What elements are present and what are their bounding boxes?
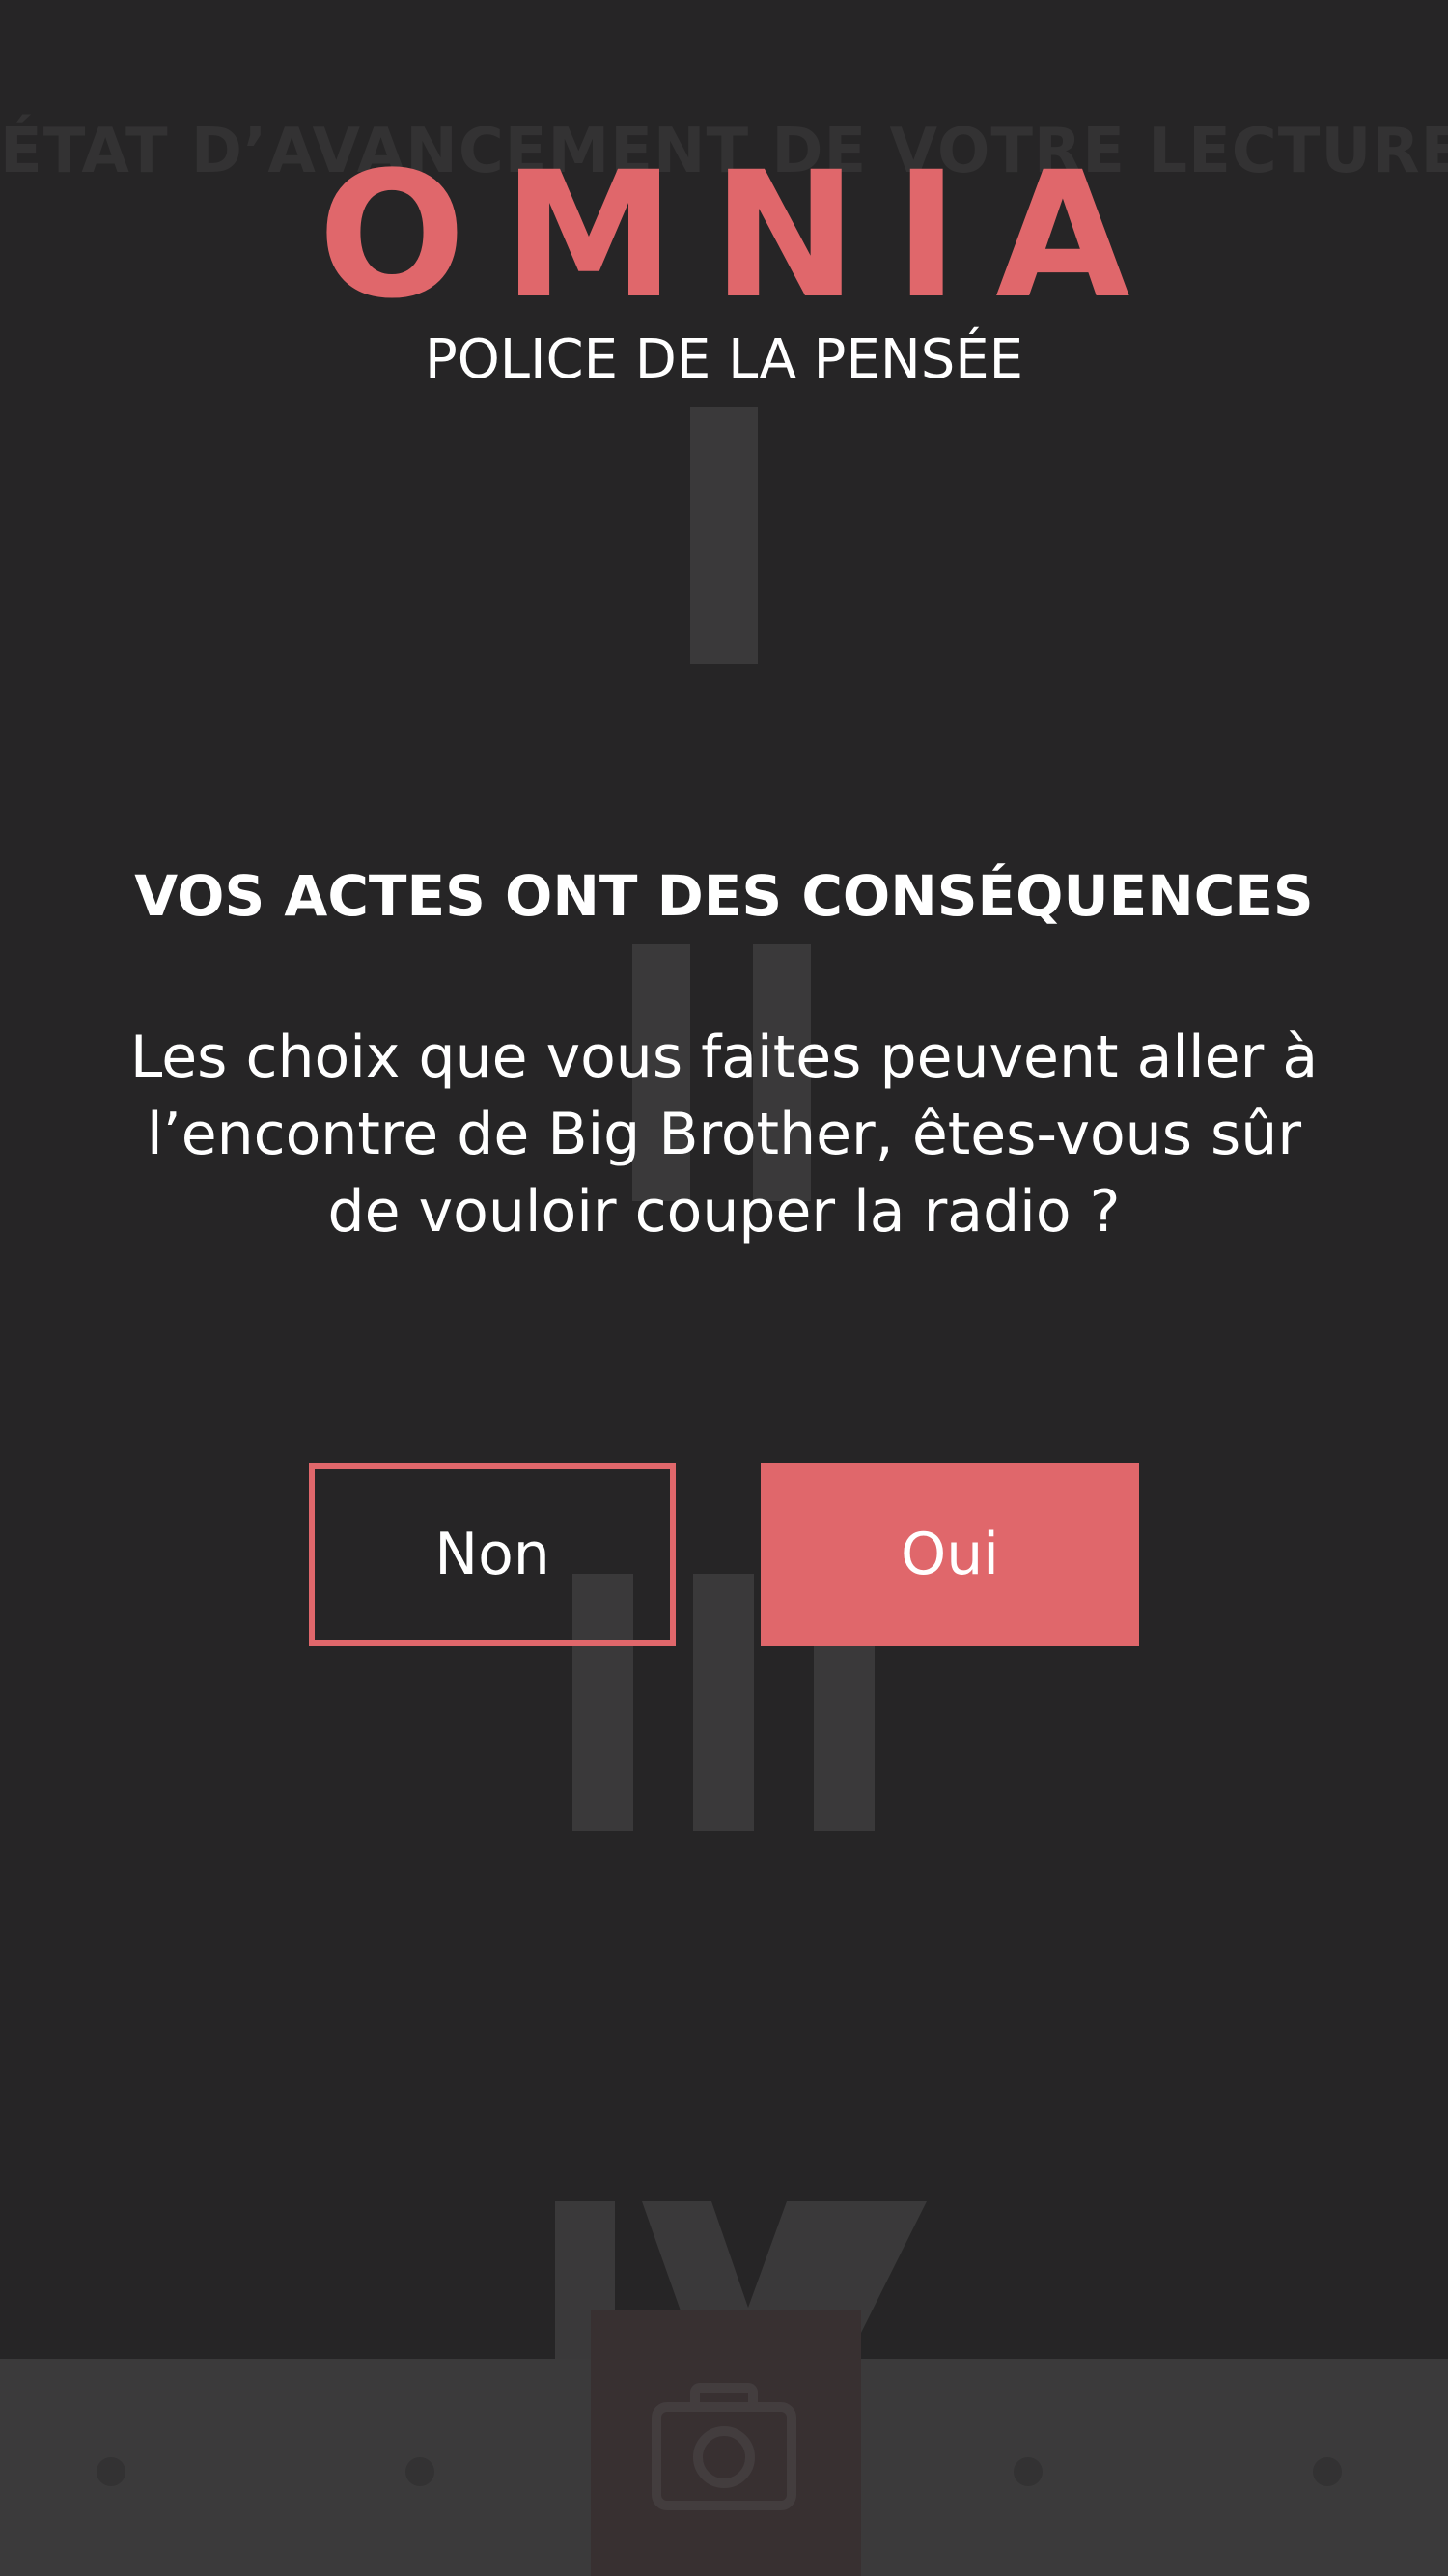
cancel-button-label: Non: [434, 1521, 550, 1588]
confirm-button[interactable]: Oui: [761, 1463, 1139, 1646]
nav-item-4[interactable]: [1014, 2457, 1043, 2486]
confirm-button-label: Oui: [901, 1521, 999, 1588]
brand-subtitle: POLICE DE LA PENSÉE: [424, 328, 1024, 391]
brand-logo: OMNIA: [318, 135, 1167, 337]
dialog-title: VOS ACTES ONT DES CONSÉQUENCES: [134, 863, 1314, 929]
nav-item-1[interactable]: [97, 2457, 125, 2486]
nav-item-2[interactable]: [405, 2457, 434, 2486]
nav-item-5[interactable]: [1313, 2457, 1342, 2486]
cancel-button[interactable]: Non: [309, 1463, 676, 1646]
dialog-message: Les choix que vous faites peuvent aller …: [129, 1023, 1319, 1246]
